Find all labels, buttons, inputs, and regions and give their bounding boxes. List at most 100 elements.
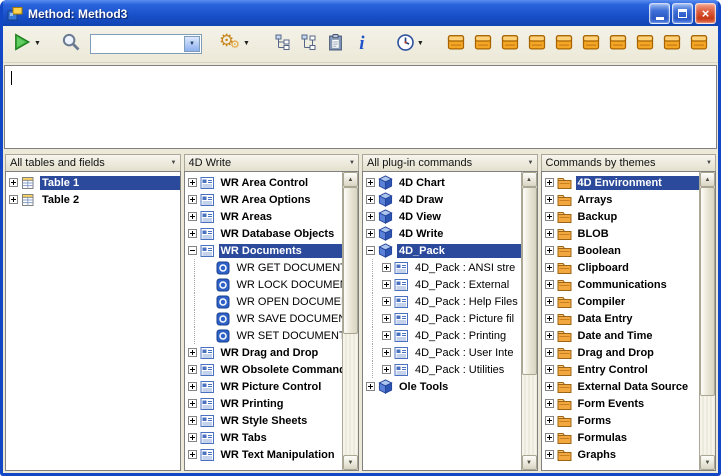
expand-icon[interactable] xyxy=(9,195,18,204)
tree-item[interactable]: 4D View xyxy=(363,208,521,225)
tree-item[interactable]: WR Text Manipulation xyxy=(185,446,343,463)
tree-item[interactable]: 4D_Pack : Printing xyxy=(363,327,521,344)
expand-icon[interactable] xyxy=(188,229,197,238)
tree-item[interactable]: 4D_Pack : User Inte xyxy=(363,344,521,361)
tree-item[interactable]: Data Entry xyxy=(542,310,700,327)
search-button[interactable] xyxy=(58,30,84,58)
tree-item[interactable]: Communications xyxy=(542,276,700,293)
close-button[interactable]: × xyxy=(695,3,716,24)
expand-icon[interactable] xyxy=(382,297,391,306)
tree-item[interactable]: WR GET DOCUMENT I xyxy=(185,259,343,276)
collapse-icon[interactable] xyxy=(188,246,197,255)
tree-item[interactable]: Compiler xyxy=(542,293,700,310)
scrollbar-thumb[interactable] xyxy=(700,187,715,396)
tree-item[interactable]: Graphs xyxy=(542,446,700,463)
minimize-button[interactable] xyxy=(649,3,670,24)
collapse-icon[interactable] xyxy=(366,246,375,255)
tree-item[interactable]: WR Tabs xyxy=(185,429,343,446)
expand-icon[interactable] xyxy=(545,212,554,221)
vertical-scrollbar[interactable]: ▲▼ xyxy=(342,172,358,470)
scroll-up-button[interactable]: ▲ xyxy=(522,172,537,187)
header-menu-arrow-icon[interactable]: ▼ xyxy=(349,160,355,166)
tree-item[interactable]: WR Areas xyxy=(185,208,343,225)
macro-slot-button[interactable] xyxy=(497,30,523,58)
expand-icon[interactable] xyxy=(188,365,197,374)
tree-item[interactable]: 4D_Pack : ANSI stre xyxy=(363,259,521,276)
expand-icon[interactable] xyxy=(545,348,554,357)
collapse-structure-button[interactable] xyxy=(297,30,323,58)
maximize-button[interactable] xyxy=(672,3,693,24)
expand-icon[interactable] xyxy=(366,212,375,221)
tree-item[interactable]: 4D_Pack : Utilities xyxy=(363,361,521,378)
tree-item[interactable]: WR Style Sheets xyxy=(185,412,343,429)
expand-icon[interactable] xyxy=(545,246,554,255)
method-properties-button[interactable]: ⚙ ⚙ ▼ xyxy=(216,30,253,58)
tree-item[interactable]: WR Picture Control xyxy=(185,378,343,395)
scroll-down-button[interactable]: ▼ xyxy=(522,455,537,470)
scrollbar-thumb[interactable] xyxy=(522,187,537,375)
tree-item[interactable]: WR SAVE DOCUMENT xyxy=(185,310,343,327)
expand-icon[interactable] xyxy=(382,314,391,323)
macro-slot-button[interactable] xyxy=(659,30,685,58)
expand-icon[interactable] xyxy=(545,399,554,408)
scroll-up-button[interactable]: ▲ xyxy=(700,172,715,187)
tree-item[interactable]: Drag and Drop xyxy=(542,344,700,361)
scroll-down-button[interactable]: ▼ xyxy=(700,455,715,470)
titlebar[interactable]: Method: Method3 × xyxy=(3,0,718,26)
vertical-scrollbar[interactable]: ▲▼ xyxy=(699,172,715,470)
tree-list[interactable]: Table 1Table 2 xyxy=(6,172,180,470)
tree-item[interactable]: WR LOCK DOCUMENT xyxy=(185,276,343,293)
macro-slot-button[interactable] xyxy=(524,30,550,58)
macro-slot-button[interactable] xyxy=(578,30,604,58)
expand-icon[interactable] xyxy=(188,382,197,391)
tree-item[interactable]: Date and Time xyxy=(542,327,700,344)
combo-dropdown-button[interactable]: ▼ xyxy=(184,36,200,52)
tree-item[interactable]: Form Events xyxy=(542,395,700,412)
expand-icon[interactable] xyxy=(366,382,375,391)
expand-icon[interactable] xyxy=(188,433,197,442)
tree-item[interactable]: 4D Write xyxy=(363,225,521,242)
tree-list[interactable]: 4D Chart4D Draw4D View4D Write4D_Pack4D_… xyxy=(363,172,521,470)
dropdown-arrow-icon[interactable]: ▼ xyxy=(243,40,250,47)
panel-header[interactable]: Commands by themes▼ xyxy=(541,154,717,171)
expand-icon[interactable] xyxy=(382,280,391,289)
expand-icon[interactable] xyxy=(366,195,375,204)
expand-icon[interactable] xyxy=(188,195,197,204)
tree-item[interactable]: WR OPEN DOCUMENT xyxy=(185,293,343,310)
tree-item[interactable]: BLOB xyxy=(542,225,700,242)
scroll-down-button[interactable]: ▼ xyxy=(343,455,358,470)
tree-item[interactable]: Arrays xyxy=(542,191,700,208)
vertical-scrollbar[interactable]: ▲▼ xyxy=(521,172,537,470)
tree-item[interactable]: Clipboard xyxy=(542,259,700,276)
expand-icon[interactable] xyxy=(545,314,554,323)
tree-list[interactable]: WR Area ControlWR Area OptionsWR Areas WR… xyxy=(185,172,343,470)
tree-item[interactable]: WR Obsolete Commands xyxy=(185,361,343,378)
expand-icon[interactable] xyxy=(188,416,197,425)
expand-icon[interactable] xyxy=(545,433,554,442)
tree-item[interactable]: 4D Chart xyxy=(363,174,521,191)
scrollbar-track[interactable] xyxy=(343,187,358,455)
macro-slot-button[interactable] xyxy=(443,30,469,58)
expand-icon[interactable] xyxy=(382,263,391,272)
panel-header[interactable]: 4D Write▼ xyxy=(184,154,360,171)
tree-item[interactable]: Formulas xyxy=(542,429,700,446)
expand-icon[interactable] xyxy=(545,229,554,238)
tree-item[interactable]: Table 2 xyxy=(6,191,180,208)
dropdown-arrow-icon[interactable]: ▼ xyxy=(417,40,424,47)
tree-item[interactable]: WR Area Options xyxy=(185,191,343,208)
scrollbar-track[interactable] xyxy=(700,187,715,455)
scrollbar-thumb[interactable] xyxy=(343,187,358,334)
tree-item[interactable]: Ole Tools xyxy=(363,378,521,395)
expand-icon[interactable] xyxy=(188,212,197,221)
search-combo-input[interactable] xyxy=(92,36,184,52)
expand-icon[interactable] xyxy=(545,450,554,459)
run-method-button[interactable]: ▼ xyxy=(9,30,44,58)
method-editor[interactable] xyxy=(4,65,717,149)
tree-item[interactable]: WR Drag and Drop xyxy=(185,344,343,361)
expand-icon[interactable] xyxy=(545,263,554,272)
tree-item[interactable]: Table 1 xyxy=(6,174,180,191)
expand-structure-button[interactable] xyxy=(271,30,297,58)
tree-item[interactable]: WR Area Control xyxy=(185,174,343,191)
macro-slot-button[interactable] xyxy=(470,30,496,58)
tree-item[interactable]: 4D_Pack xyxy=(363,242,521,259)
